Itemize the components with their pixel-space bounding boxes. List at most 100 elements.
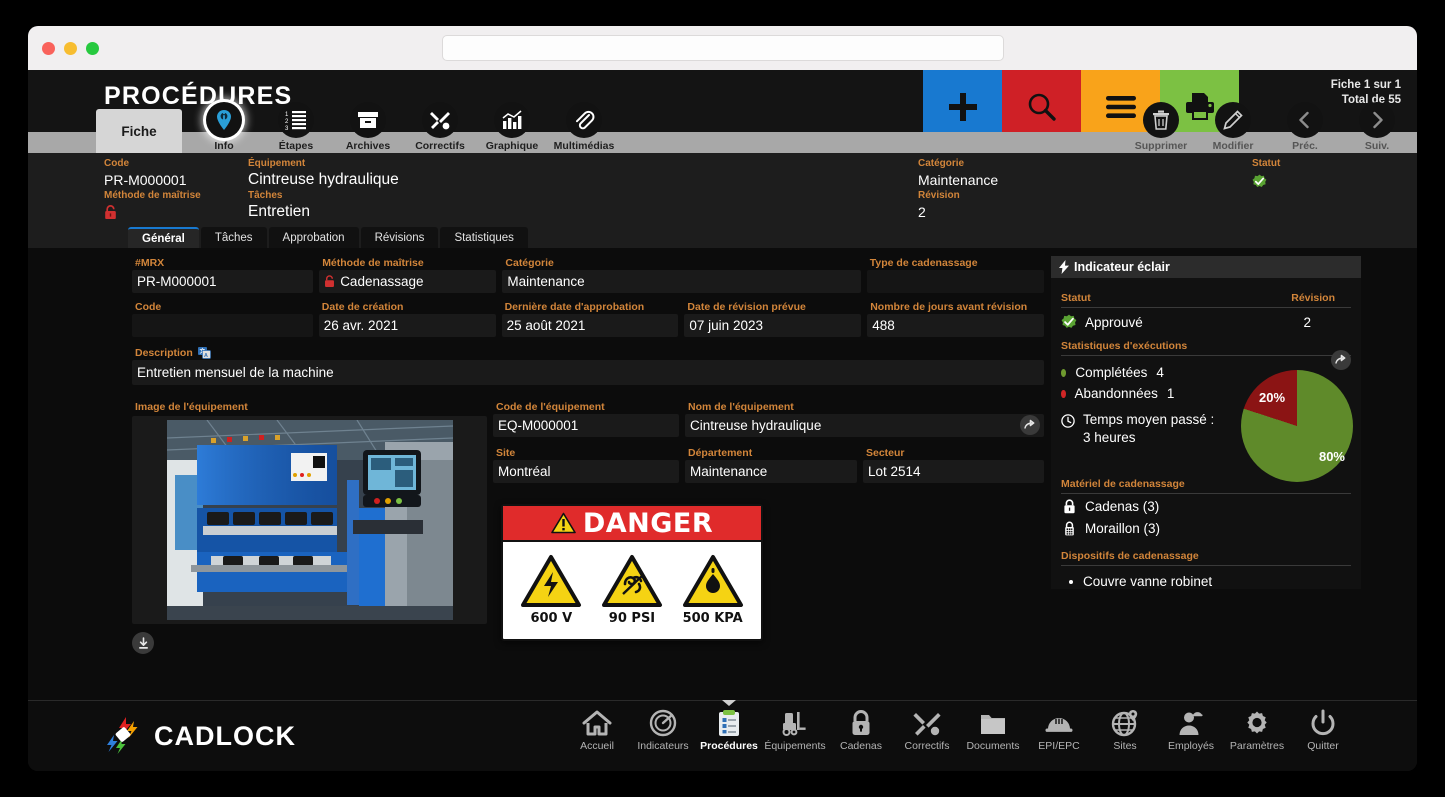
previous-action-label: Préc.: [1292, 140, 1318, 152]
nav-documents[interactable]: Documents: [960, 709, 1026, 752]
legend-abandoned-swatch: [1061, 389, 1066, 398]
tools-icon: [422, 102, 458, 138]
field-description-label: Description: [135, 347, 193, 359]
zoom-button[interactable]: [86, 41, 99, 55]
share-arrow-icon[interactable]: [1331, 350, 1351, 370]
hazard-fluid-caption: 500 KPA: [682, 610, 743, 626]
tab-archives[interactable]: Archives: [332, 102, 404, 153]
record-summary: Code PR-M000001 Méthode de maîtrise Équi…: [28, 153, 1417, 226]
nav-parametres[interactable]: Paramètres: [1224, 709, 1290, 752]
nav-indicateurs[interactable]: Indicateurs: [630, 709, 696, 752]
field-site-input[interactable]: Montréal: [493, 460, 679, 483]
home-icon: [582, 709, 612, 737]
field-type-cadenassage-label: Type de cadenassage: [869, 257, 978, 269]
previous-action[interactable]: Préc.: [1269, 102, 1341, 153]
open-arrow-icon[interactable]: [1020, 415, 1040, 435]
status-section-label: Statut: [1061, 292, 1091, 304]
status-row: Approuvé 2: [1061, 308, 1351, 332]
nav-parametres-label: Paramètres: [1229, 740, 1285, 752]
close-button[interactable]: [42, 41, 55, 55]
field-derniere-approbation-input[interactable]: 25 août 2021: [501, 314, 679, 337]
desktop-background: PROCÉDURES Fiche 1 sur 1 Total de 55 Nou…: [0, 0, 1445, 797]
equipment-image-frame[interactable]: [132, 416, 487, 624]
subtab-statistiques[interactable]: Statistiques: [440, 227, 528, 248]
tab-correctifs[interactable]: Correctifs: [404, 102, 476, 153]
subtab-taches[interactable]: Tâches: [200, 227, 267, 248]
subtab-statistiques-label: Statistiques: [454, 231, 514, 244]
power-icon: [1308, 709, 1338, 737]
hazard-fluid: 500 KPA: [682, 554, 744, 626]
device-item: Couvre vanne robinet: [1061, 566, 1351, 589]
nav-equipements[interactable]: Équipements: [762, 709, 828, 752]
field-description-input[interactable]: Entretien mensuel de la machine: [132, 360, 1044, 385]
nav-accueil[interactable]: Accueil: [564, 709, 630, 752]
next-action[interactable]: Suiv.: [1341, 102, 1413, 153]
field-date-creation-input[interactable]: 26 avr. 2021: [318, 314, 496, 337]
field-methode-input[interactable]: Cadenassage: [319, 270, 497, 293]
field-date-creation-label: Date de création: [321, 301, 404, 313]
hazard-voltage-caption: 600 V: [530, 610, 573, 626]
summary-revision-label: Révision: [918, 190, 960, 201]
field-equipment-name-input[interactable]: Cintreuse hydraulique: [685, 414, 1044, 437]
nav-employes[interactable]: Employés: [1158, 709, 1224, 752]
nav-quitter-label: Quitter: [1307, 740, 1339, 752]
field-equipment-name-value: Cintreuse hydraulique: [690, 418, 822, 433]
field-jours-avant-revision-label: Nombre de jours avant révision: [870, 301, 1028, 313]
field-secteur-input[interactable]: Lot 2514: [863, 460, 1044, 483]
device-item-label: Couvre vanne robinet: [1083, 574, 1213, 589]
material-item-cadenas: Cadenas (3): [1061, 494, 1351, 516]
field-date-revision-input[interactable]: 07 juin 2023: [684, 314, 862, 337]
tab-graphique[interactable]: Graphique: [476, 102, 548, 153]
execution-legend: Complétées 4 Abandonnées 1 Temps moyen p…: [1061, 356, 1221, 445]
indicator-panel-title: Indicateur éclair: [1074, 260, 1170, 274]
tab-etapes[interactable]: 123 Étapes: [260, 102, 332, 153]
field-departement-input[interactable]: Maintenance: [685, 460, 857, 483]
minimize-button[interactable]: [64, 41, 77, 55]
window-controls[interactable]: [42, 41, 99, 55]
record-position: Fiche 1 sur 1: [1330, 79, 1401, 91]
field-mrx-label: #MRX: [135, 257, 165, 269]
nav-sites[interactable]: Sites: [1092, 709, 1158, 752]
address-bar[interactable]: [441, 35, 1004, 61]
delete-action[interactable]: Supprimer: [1125, 102, 1197, 153]
nav-correctifs[interactable]: Correctifs: [894, 709, 960, 752]
steps-list-icon: 123: [278, 102, 314, 138]
tab-multimedias[interactable]: Multimédias: [548, 102, 620, 153]
field-code: Code: [132, 300, 313, 337]
subtab-approbation[interactable]: Approbation: [268, 227, 359, 248]
danger-sign-header: DANGER: [503, 506, 761, 542]
tab-info-label: Info: [214, 140, 234, 152]
subtab-general[interactable]: Général: [128, 227, 199, 248]
edit-action[interactable]: Modifier: [1197, 102, 1269, 153]
nav-quitter[interactable]: Quitter: [1290, 709, 1356, 752]
field-equipment-code-label: Code de l'équipement: [496, 401, 605, 413]
field-type-cadenassage-input[interactable]: [866, 270, 1044, 293]
bullet-icon: [1069, 579, 1073, 584]
nav-procedures[interactable]: Procédures: [696, 700, 762, 752]
tab-etapes-label: Étapes: [278, 140, 314, 152]
field-date-creation-value: 26 avr. 2021: [323, 318, 399, 333]
summary-equipement-label: Équipement: [248, 158, 306, 169]
field-categorie-input[interactable]: Maintenance: [502, 270, 861, 293]
tab-info[interactable]: Info: [188, 102, 260, 153]
summary-methode-label: Méthode de maîtrise: [104, 190, 201, 201]
tab-archives-label: Archives: [345, 140, 391, 152]
summary-taches-label: Tâches: [248, 190, 283, 201]
icon-tab-group: Info 123 Étapes Archives Correctifs Grap…: [188, 102, 620, 153]
brand-logo: CADLOCK: [104, 715, 296, 757]
nav-cadenas[interactable]: Cadenas: [828, 709, 894, 752]
field-mrx-input[interactable]: PR-M000001: [132, 270, 314, 293]
hazard-voltage: 600 V: [520, 554, 582, 626]
nav-epi-epc[interactable]: EPI/EPC: [1026, 709, 1092, 752]
field-code-input[interactable]: [132, 314, 313, 337]
download-icon[interactable]: [132, 632, 154, 654]
field-site-value: Montréal: [498, 464, 551, 479]
field-methode: Méthode de maîtrise Cadenassage: [319, 256, 497, 293]
subtab-revisions[interactable]: Révisions: [360, 227, 439, 248]
active-nav-caret: [722, 700, 736, 706]
field-equipment-code-input[interactable]: EQ-M000001: [493, 414, 679, 437]
translate-icon[interactable]: 文A: [197, 347, 211, 359]
tab-fiche[interactable]: Fiche: [96, 109, 182, 153]
droplet-icon: [682, 554, 744, 608]
field-jours-avant-revision-input[interactable]: 488: [867, 314, 1045, 337]
